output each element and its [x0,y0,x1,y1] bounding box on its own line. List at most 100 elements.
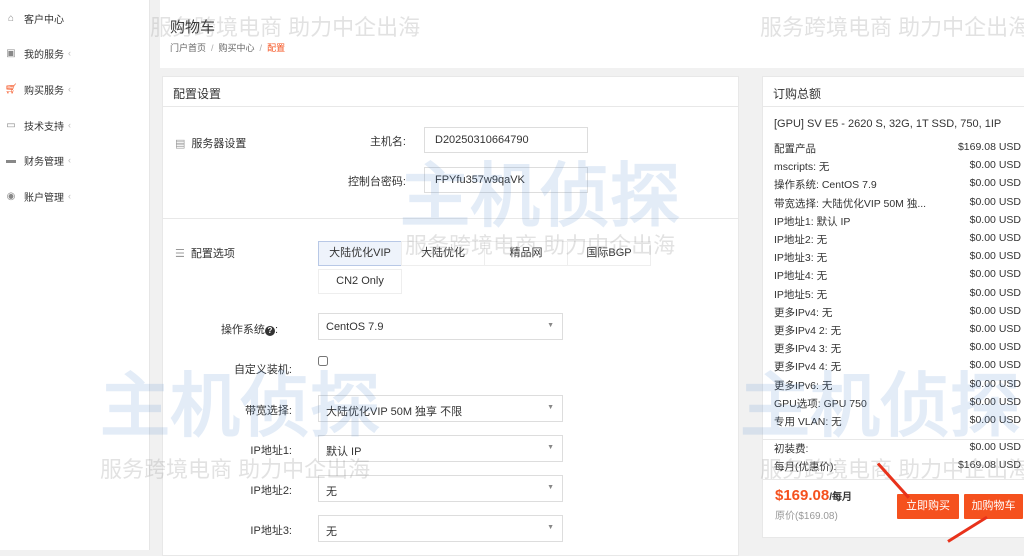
line-item-name: GPU选项: GPU 750 [774,397,867,410]
line-item-price: $0.00 USD [969,286,1021,299]
caret-down-icon: ▼ [547,322,554,329]
line-item-price: $0.00 USD [969,377,1021,390]
config-options-heading: ☰ 配置选项 [175,248,235,260]
line-item-price: $0.00 USD [969,359,1021,372]
wallet-icon: ▬ [6,154,16,166]
list-icon: ☰ [175,248,185,260]
line-item-price: $0.00 USD [969,213,1021,226]
order-line-item: IP地址2: 无 $0.00 USD [774,232,1021,248]
line-item-price: $0.00 USD [969,341,1021,354]
chevron-left-icon: ‹ [68,155,71,165]
line-item-price: $0.00 USD [969,414,1021,426]
monthly-price-row: 每月(优惠价): $169.08 USD [774,459,1021,473]
order-line-item: 专用 VLAN: 无 $0.00 USD [774,414,1021,430]
line-item-name: IP地址3: 无 [774,252,828,265]
order-line-item: GPU选项: GPU 750 $0.00 USD [774,396,1021,412]
line-option-mainland[interactable]: 大陆优化 [401,241,485,266]
sidebar: ⌂ 客户中心 ▣ 我的服务 ‹ 🛒︎ 购买服务 ‹ ▭ 技术支持 ‹ ▬ 财务管理 ‹ ◉ 账户管理… [0,0,150,550]
add-to-cart-button[interactable]: 加购物车 [964,494,1023,519]
line-item-name: 操作系统: CentOS 7.9 [774,179,877,192]
order-line-item: 带宽选择: 大陆优化VIP 50M 独... $0.00 USD [774,196,1021,212]
ip1-select[interactable]: 默认 IP ▼ [318,435,563,462]
line-item-name: 带宽选择: 大陆优化VIP 50M 独... [774,197,927,210]
line-item-price: $0.00 USD [969,304,1021,317]
server-icon: ▤ [175,138,186,150]
order-line-item: 更多IPv6: 无 $0.00 USD [774,378,1021,394]
line-item-name: 更多IPv4 4: 无 [774,361,842,374]
line-item-price: $0.00 USD [969,268,1021,281]
sidebar-item-my-services[interactable]: ▣ 我的服务 ‹ [4,43,71,63]
hostname-input[interactable] [424,127,588,153]
ip3-select[interactable]: 无 ▼ [318,515,563,542]
line-item-name: 配置产品 [774,143,816,155]
console-password-input[interactable] [424,167,588,193]
order-line-item: 更多IPv4 4: 无 $0.00 USD [774,359,1021,375]
line-option-cn2[interactable]: CN2 Only [318,269,402,294]
bandwidth-select[interactable]: 大陆优化VIP 50M 独享 不限 ▼ [318,395,563,422]
page-header: 购物车 门户首页 / 购买中心 / 配置 [160,0,1024,68]
chevron-left-icon: ‹ [68,120,71,130]
breadcrumb-home[interactable]: 门户首页 [170,43,206,53]
password-label: 控制台密码: [347,176,406,188]
box-icon: ▣ [6,47,16,59]
sidebar-item-support[interactable]: ▭ 技术支持 ‹ [4,115,71,135]
config-panel: 配置设置 ▤服务器设置 主机名: 控制台密码: ☰配置选项 大陆优化VIP 大陆… [162,76,739,556]
divider [163,218,738,219]
server-settings-heading: ▤ 服务器设置 [175,138,247,150]
caret-down-icon: ▼ [547,484,554,491]
setup-fee-row: 初装费: $0.00 USD [774,441,1021,455]
line-item-name: 更多IPv6: 无 [774,379,833,392]
caret-down-icon: ▼ [547,524,554,531]
breadcrumb-buy-center[interactable]: 购买中心 [219,43,255,53]
line-item-name: 更多IPv4 3: 无 [774,343,842,356]
line-item-name: IP地址1: 默认 IP [774,215,851,228]
line-item-name: 更多IPv4: 无 [774,306,833,319]
custom-install-label: 自定义装机: [233,364,292,376]
product-name: [GPU] SV E5 - 2620 S, 32G, 1T SSD, 750, … [774,118,1002,130]
order-line-item: mscripts: 无 $0.00 USD [774,159,1021,175]
order-summary-panel: 订购总额 [GPU] SV E5 - 2620 S, 32G, 1T SSD, … [762,76,1024,538]
line-item-price: $169.08 USD [957,141,1021,153]
sidebar-item-client-center[interactable]: ⌂ 客户中心 [4,8,64,28]
chevron-left-icon: ‹ [68,48,71,58]
ip2-select[interactable]: 无 ▼ [318,475,563,502]
sidebar-item-buy-services[interactable]: 🛒︎ 购买服务 ‹ [4,79,71,99]
os-select[interactable]: CentOS 7.9 ▼ [318,313,563,340]
line-item-name: 更多IPv4 2: 无 [774,325,842,337]
line-item-price: $0.00 USD [969,250,1021,263]
line-item-name: IP地址4: 无 [774,270,828,283]
ip2-label: IP地址2: [250,485,292,497]
line-item-price: $0.00 USD [969,177,1021,190]
ip3-label: IP地址3: [250,525,292,537]
chevron-left-icon: ‹ [68,191,71,201]
ip1-label: IP地址1: [250,445,292,457]
page-title: 购物车 [170,19,216,36]
hostname-label: 主机名: [369,136,406,148]
line-item-name: mscripts: 无 [774,161,830,174]
sidebar-item-account[interactable]: ◉ 账户管理 ‹ [4,186,71,206]
order-line-item: 配置产品 $169.08 USD [774,141,1021,157]
caret-down-icon: ▼ [547,404,554,411]
line-option-bgp[interactable]: 国际BGP [567,241,651,266]
original-price: 原价($169.08) [775,511,838,522]
line-item-name: 专用 VLAN: 无 [774,416,842,428]
cart-icon: 🛒︎ [4,83,18,95]
line-item-name: IP地址2: 无 [774,234,828,246]
sidebar-item-finance[interactable]: ▬ 财务管理 ‹ [4,150,71,170]
line-option-vip[interactable]: 大陆优化VIP [318,241,402,266]
order-line-item: IP地址5: 无 $0.00 USD [774,287,1021,303]
line-item-price: $0.00 USD [969,159,1021,172]
breadcrumb-current: 配置 [267,43,286,53]
line-item-price: $0.00 USD [969,195,1021,208]
chevron-left-icon: ‹ [68,84,71,94]
config-panel-title: 配置设置 [163,77,738,107]
os-label: 操作系统?: [220,324,278,336]
line-option-premium[interactable]: 精品网 [484,241,568,266]
total-price: $169.08/每月 [775,487,853,504]
user-icon: ◉ [6,190,16,202]
help-icon[interactable]: ? [264,326,275,336]
custom-install-checkbox[interactable] [318,356,328,366]
order-line-item: IP地址3: 无 $0.00 USD [774,250,1021,266]
line-item-price: $0.00 USD [969,395,1021,408]
line-item-price: $0.00 USD [969,232,1021,244]
